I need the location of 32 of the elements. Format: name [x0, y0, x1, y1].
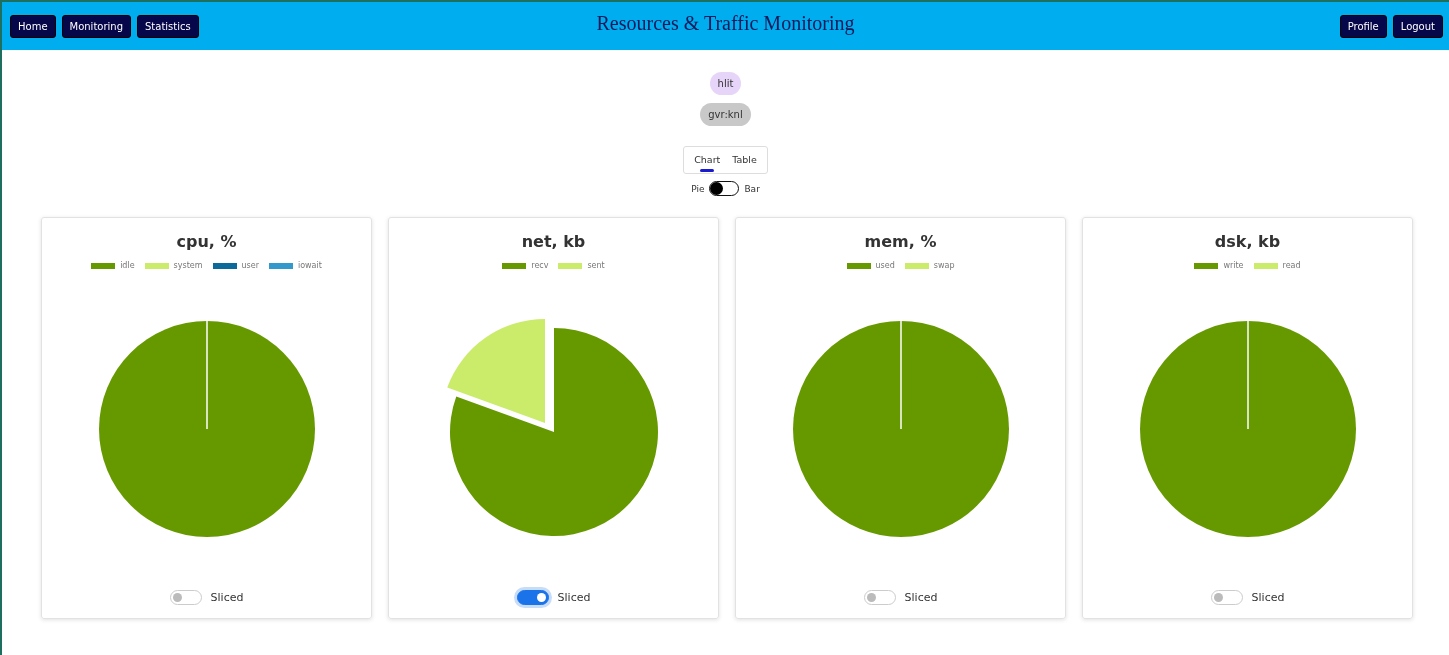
switch-label: Bar [744, 183, 760, 194]
view-tab[interactable]: Table [728, 150, 761, 173]
chart-title: dsk, kb [1214, 232, 1281, 251]
legend-label: read [1282, 261, 1301, 270]
switch-label: Pie [691, 183, 705, 194]
legend-label: system [173, 261, 203, 270]
tag-chip: gvr:knl [700, 103, 751, 126]
legend-label: swap [933, 261, 955, 270]
switch-label: Sliced [904, 591, 938, 604]
legend-label: user [241, 261, 259, 270]
toggle-switch[interactable] [709, 181, 740, 196]
nav-button[interactable]: Monitoring [61, 14, 131, 38]
nav-button[interactable]: Profile [1339, 14, 1387, 38]
legend-label: idle [120, 261, 135, 270]
legend-label: recv [531, 261, 549, 270]
nav-button[interactable]: Statistics [137, 14, 199, 38]
chart-title: mem, % [864, 232, 937, 251]
chart-title: net, kb [521, 232, 586, 251]
switch-label: Sliced [557, 591, 591, 604]
legend-label: sent [587, 261, 605, 270]
switch-label: Sliced [1251, 591, 1285, 604]
page-title: Resources & Traffic Monitoring [596, 12, 855, 34]
legend-label: write [1223, 261, 1244, 270]
tag-chip: hlit [709, 72, 742, 95]
switch-label: Sliced [210, 591, 244, 604]
legend-label: iowait [297, 261, 322, 270]
chart-title: cpu, % [176, 232, 237, 251]
nav-button[interactable]: Logout [1392, 14, 1443, 38]
view-tab[interactable]: Chart [690, 150, 725, 173]
toggle-switch[interactable] [516, 590, 549, 605]
nav-button[interactable]: Home [10, 14, 56, 38]
legend-label: used [875, 261, 895, 270]
